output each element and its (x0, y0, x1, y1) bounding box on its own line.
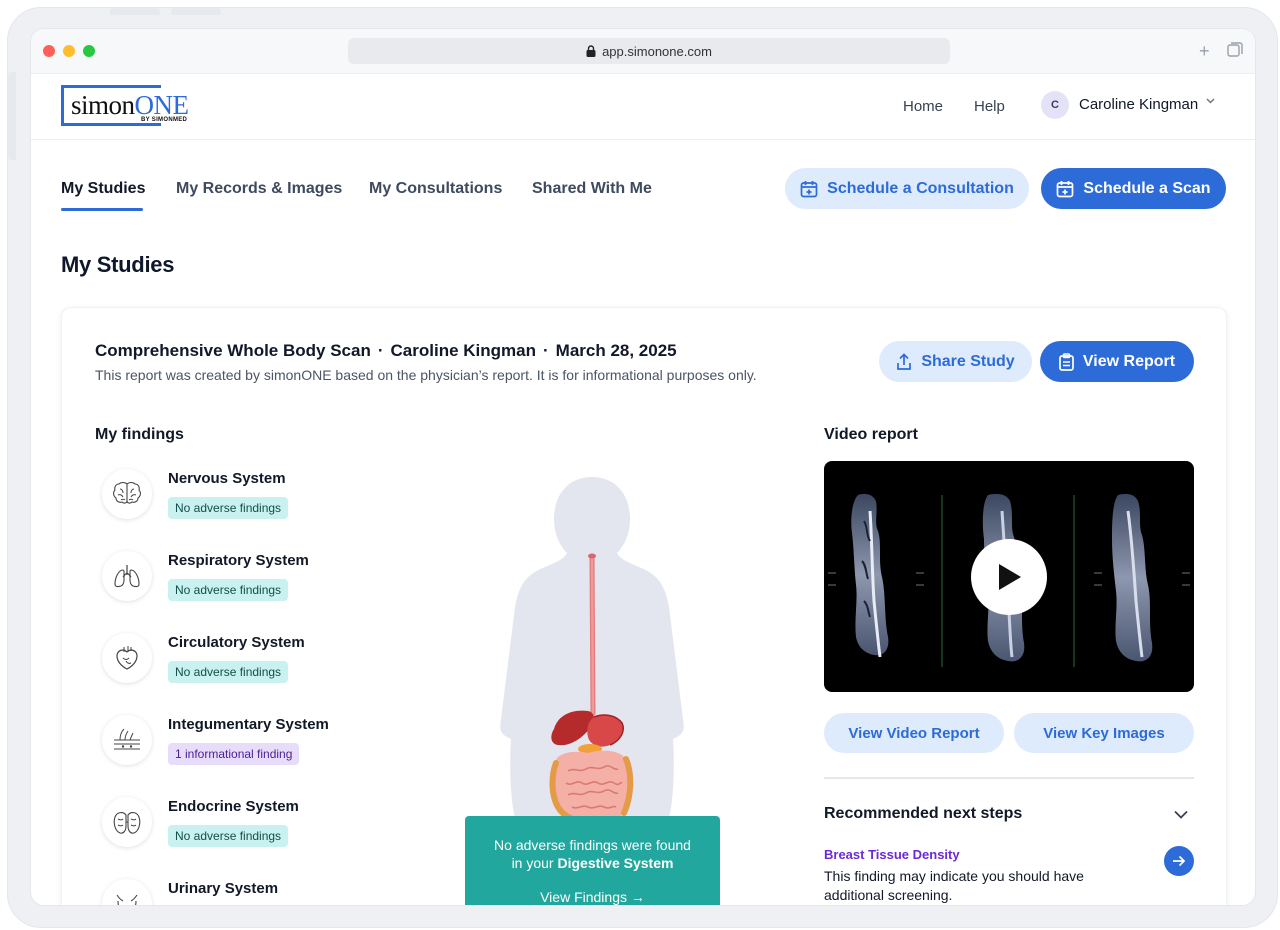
body-illustration (492, 473, 692, 824)
browser-window: app.simonone.com + simonONE BY SIMONMED … (30, 28, 1256, 906)
callout-text: No adverse findings were found in your D… (465, 836, 720, 872)
new-tab-icon[interactable]: + (1199, 41, 1210, 61)
device-button (171, 8, 221, 15)
view-video-report-button[interactable]: View Video Report (824, 713, 1004, 753)
finding-name: Urinary System (168, 880, 279, 897)
schedule-scan-label: Schedule a Scan (1083, 179, 1211, 197)
device-button (110, 8, 160, 15)
play-button[interactable] (971, 539, 1047, 615)
study-disclaimer: This report was created by simonONE base… (95, 367, 757, 383)
status-badge: No adverse findings (168, 825, 289, 847)
logo-word-simon: simon (71, 90, 135, 120)
separator-dot: · (377, 341, 384, 360)
view-report-label: View Report (1082, 352, 1176, 370)
bladder-icon (102, 879, 152, 905)
play-icon (996, 562, 1022, 592)
skin-icon (102, 715, 152, 765)
browser-chrome: app.simonone.com + (31, 29, 1255, 74)
view-report-button[interactable]: View Report (1040, 341, 1194, 382)
tabs-overview-icon[interactable] (1227, 42, 1243, 62)
status-badge: No adverse findings (168, 497, 289, 519)
finding-endocrine-system[interactable]: Endocrine System No adverse findings (102, 797, 402, 859)
status-badge: 1 informational finding (168, 743, 300, 765)
schedule-scan-button[interactable]: Schedule a Scan (1041, 168, 1226, 209)
finding-name: Circulatory System (168, 634, 305, 651)
divider (824, 777, 1194, 779)
status-badge: No adverse findings (168, 661, 289, 683)
url-text: app.simonone.com (602, 43, 712, 59)
avatar[interactable]: C (1041, 91, 1069, 119)
simonone-logo[interactable]: simonONE BY SIMONMED (61, 84, 190, 127)
finding-name: Integumentary System (168, 716, 329, 733)
thyroid-icon (102, 797, 152, 847)
app-header: simonONE BY SIMONMED Home Help C Carolin… (31, 74, 1255, 140)
study-scan-type: Comprehensive Whole Body Scan (95, 341, 371, 360)
tab-my-studies[interactable]: My Studies (61, 180, 145, 198)
logo-word-one: ONE (134, 90, 190, 120)
schedule-consultation-label: Schedule a Consultation (827, 179, 1014, 197)
tab-my-records-images[interactable]: My Records & Images (176, 180, 342, 198)
share-study-button[interactable]: Share Study (879, 341, 1032, 382)
next-step-link[interactable]: Breast Tissue Density (824, 847, 960, 862)
finding-respiratory-system[interactable]: Respiratory System No adverse findings (102, 551, 402, 613)
study-header: Comprehensive Whole Body Scan · Caroline K… (95, 341, 677, 361)
arrow-right-icon (1172, 855, 1186, 867)
nav-home-link[interactable]: Home (903, 98, 943, 115)
study-card: Comprehensive Whole Body Scan · Caroline K… (61, 307, 1227, 905)
chevron-down-icon[interactable] (1174, 806, 1188, 824)
lock-icon (586, 45, 596, 57)
finding-integumentary-system[interactable]: Integumentary System 1 informational fin… (102, 715, 402, 777)
share-study-label: Share Study (921, 352, 1015, 370)
page-title: My Studies (61, 252, 175, 277)
finding-name: Nervous System (168, 470, 286, 487)
view-findings-link[interactable]: View Findings → (465, 889, 720, 905)
status-badge: No adverse findings (168, 579, 289, 601)
next-steps-title: Recommended next steps (824, 805, 1023, 822)
next-step-description: This finding may indicate you should hav… (824, 868, 1084, 903)
calendar-plus-icon (800, 180, 818, 198)
clipboard-icon (1059, 352, 1074, 371)
brain-icon (102, 469, 152, 519)
finding-nervous-system[interactable]: Nervous System No adverse findings (102, 469, 402, 531)
next-step-arrow-button[interactable] (1164, 846, 1194, 876)
heart-icon (102, 633, 152, 683)
digestive-callout[interactable]: No adverse findings were found in your D… (465, 816, 720, 905)
separator-dot: · (542, 341, 549, 360)
chevron-down-icon[interactable] (1206, 96, 1215, 107)
lungs-icon (102, 551, 152, 601)
active-tab-indicator (61, 208, 143, 211)
close-window-button[interactable] (43, 45, 55, 57)
findings-title: My findings (95, 426, 184, 443)
finding-urinary-system[interactable]: Urinary System (102, 879, 402, 905)
nav-help-link[interactable]: Help (974, 98, 1005, 115)
study-patient: Caroline Kingman (390, 341, 536, 360)
view-key-images-button[interactable]: View Key Images (1014, 713, 1194, 753)
video-report-title: Video report (824, 426, 918, 443)
schedule-consultation-button[interactable]: Schedule a Consultation (785, 168, 1029, 209)
finding-name: Respiratory System (168, 552, 309, 569)
tab-my-consultations[interactable]: My Consultations (369, 180, 502, 198)
minimize-window-button[interactable] (63, 45, 75, 57)
study-date: March 28, 2025 (555, 341, 677, 360)
tab-shared-with-me[interactable]: Shared With Me (532, 180, 652, 198)
user-name[interactable]: Caroline Kingman (1079, 96, 1198, 113)
address-bar[interactable]: app.simonone.com (348, 38, 950, 64)
callout-system-name: Digestive System (557, 855, 674, 871)
maximize-window-button[interactable] (83, 45, 95, 57)
calendar-plus-icon (1056, 180, 1074, 198)
finding-name: Endocrine System (168, 798, 299, 815)
device-side-button (8, 72, 16, 160)
finding-circulatory-system[interactable]: Circulatory System No adverse findings (102, 633, 402, 695)
share-icon (896, 352, 912, 371)
video-player[interactable] (824, 461, 1194, 692)
logo-byline: BY SIMONMED (141, 117, 188, 123)
